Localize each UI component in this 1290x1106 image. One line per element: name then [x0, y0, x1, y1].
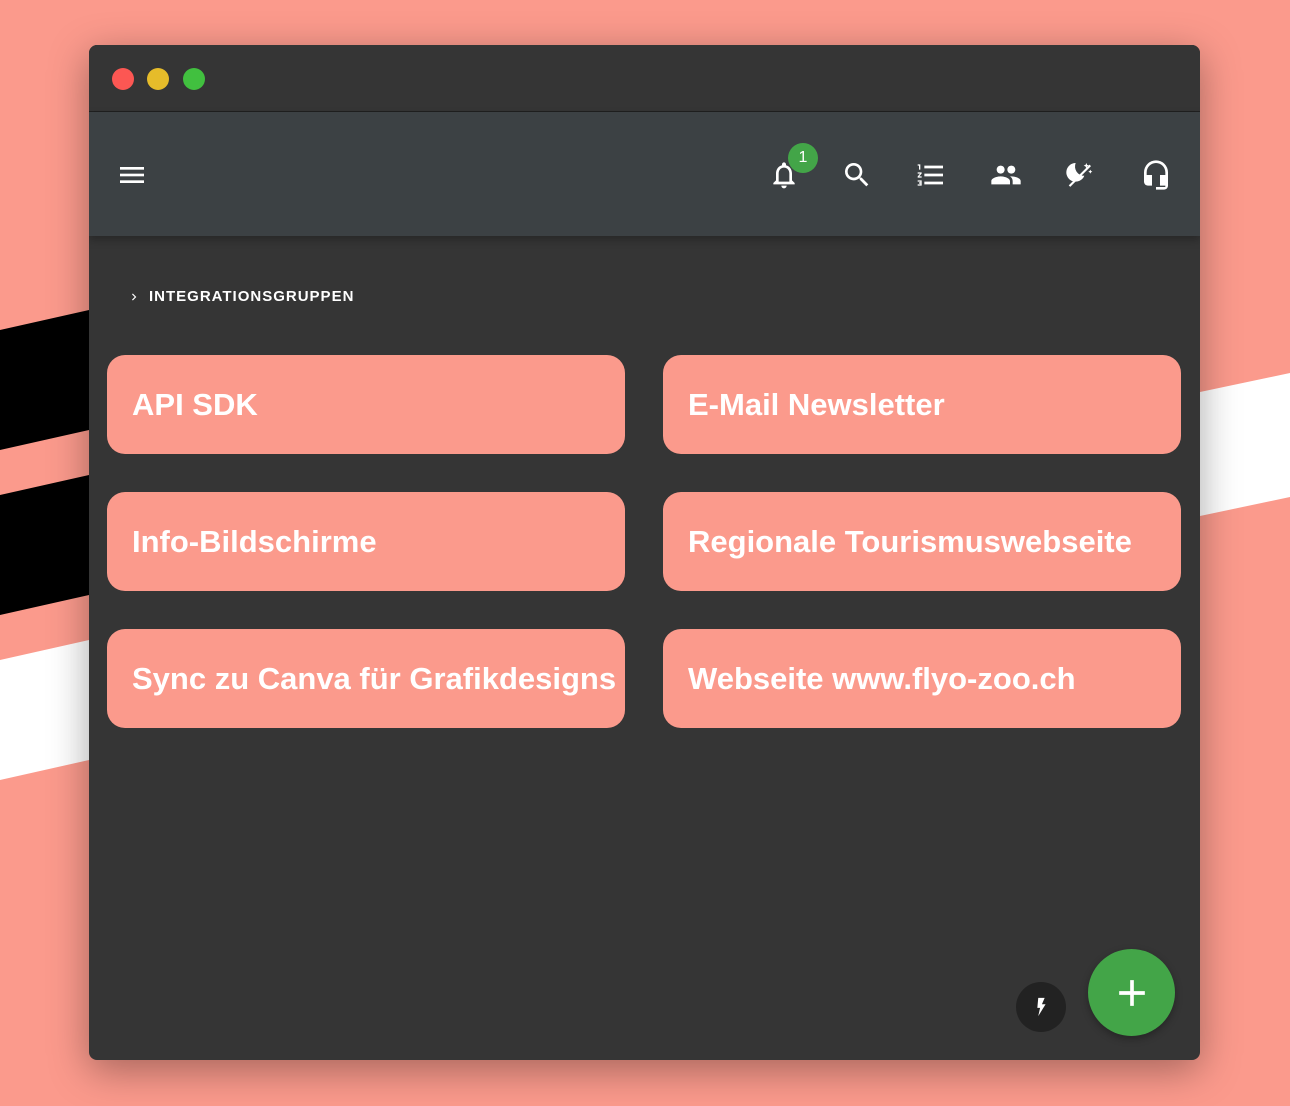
- minimize-window-button[interactable]: [147, 68, 169, 90]
- title-bar: [89, 45, 1200, 112]
- quick-action-button[interactable]: [1016, 982, 1066, 1032]
- headset-icon[interactable]: [1138, 157, 1174, 193]
- notification-badge: 1: [788, 143, 818, 173]
- app-window: 1 INTEGRATIONSGRUPPEN API SDK E-Mail New…: [89, 45, 1200, 1060]
- add-button[interactable]: [1088, 949, 1175, 1036]
- plus-icon: [1118, 979, 1145, 1006]
- breadcrumb[interactable]: INTEGRATIONSGRUPPEN: [127, 288, 354, 305]
- bolt-icon: [1037, 997, 1046, 1017]
- people-icon[interactable]: [988, 157, 1024, 193]
- top-toolbar: 1: [89, 112, 1200, 236]
- theme-toggle-icon[interactable]: [1063, 157, 1099, 193]
- group-card-label: API SDK: [132, 386, 258, 422]
- breadcrumb-label: INTEGRATIONSGRUPPEN: [149, 288, 355, 305]
- maximize-window-button[interactable]: [183, 68, 205, 90]
- group-card[interactable]: Info-Bildschirme: [107, 492, 625, 591]
- group-card[interactable]: API SDK: [107, 355, 625, 454]
- group-card[interactable]: Regionale Tourismuswebseite: [663, 492, 1181, 591]
- group-card-label: Webseite www.flyo-zoo.ch: [688, 660, 1076, 696]
- chevron-right-icon: [132, 293, 137, 300]
- close-window-button[interactable]: [112, 68, 134, 90]
- group-card[interactable]: Sync zu Canva für Grafikdesigns: [107, 629, 625, 728]
- group-card-label: Info-Bildschirme: [132, 523, 377, 559]
- menu-icon[interactable]: [114, 157, 150, 193]
- main-content: INTEGRATIONSGRUPPEN API SDK E-Mail Newsl…: [89, 236, 1200, 1060]
- group-card-label: Regionale Tourismuswebseite: [688, 523, 1132, 559]
- group-card-label: Sync zu Canva für Grafikdesigns: [132, 660, 617, 696]
- numbered-list-icon[interactable]: [913, 157, 949, 193]
- search-icon[interactable]: [839, 157, 875, 193]
- group-card[interactable]: Webseite www.flyo-zoo.ch: [663, 629, 1181, 728]
- group-card-label: E-Mail Newsletter: [688, 386, 945, 422]
- group-card[interactable]: E-Mail Newsletter: [663, 355, 1181, 454]
- bell-icon[interactable]: 1: [766, 143, 818, 193]
